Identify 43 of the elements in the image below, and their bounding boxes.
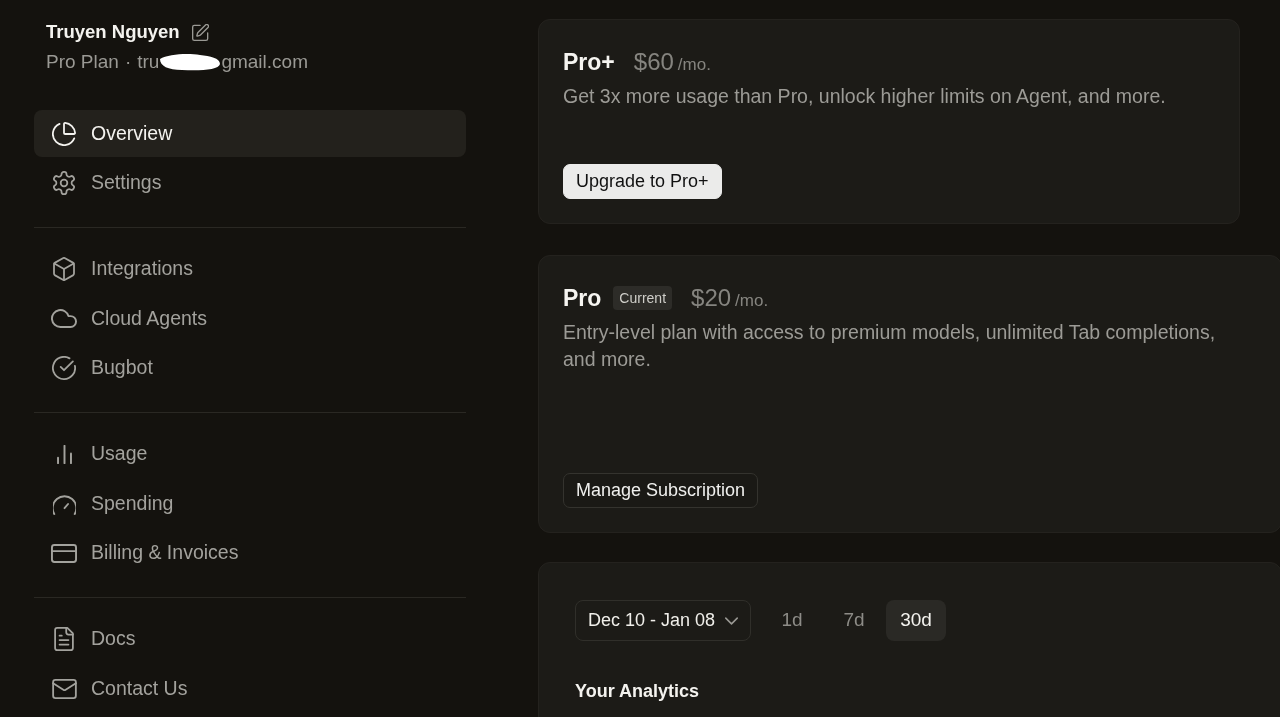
section-title: Your Analytics — [575, 680, 700, 703]
sidebar-item[interactable]: Contact Us — [34, 665, 466, 712]
range-tab[interactable]: 1d — [762, 600, 823, 641]
pie-chart-icon — [52, 121, 76, 146]
email-text: tru — [137, 50, 160, 74]
upgrade-button[interactable]: Upgrade to Pro+ — [563, 164, 722, 199]
plan-name: Pro+ — [563, 48, 615, 77]
sidebar-item[interactable]: Settings — [34, 159, 466, 207]
plan-description: Get 3x more usage than Pro, unlock higher limits on Agent, and more. — [563, 84, 1166, 109]
plan-name: Pro — [563, 284, 602, 313]
sidebar-item[interactable]: Cloud Agents — [34, 295, 466, 342]
gauge-icon — [52, 492, 76, 515]
price-period: /mo. — [677, 53, 711, 76]
sidebar-item[interactable]: Spending — [34, 480, 466, 527]
plan-description: Entry-level plan with access to premium models, unlimited Tab completions, and more. — [563, 320, 1217, 372]
user-name: Truyen Nguyen — [46, 20, 180, 44]
chevron-down-icon — [725, 616, 739, 625]
sidebar-item[interactable]: Overview — [34, 110, 466, 157]
price-amount: $60 — [633, 46, 674, 77]
range-tab[interactable]: 30d — [886, 600, 947, 641]
sidebar-item[interactable]: Billing & Invoices — [34, 529, 466, 577]
credit-card-icon — [51, 543, 77, 563]
separator-text: · — [124, 50, 132, 74]
email-text: gmail.com — [221, 50, 308, 74]
cloud-icon — [51, 309, 77, 328]
sidebar-item[interactable]: Usage — [34, 430, 466, 478]
check-circle-icon — [52, 356, 76, 380]
current-plan-tag: Current — [613, 286, 673, 310]
plan-label: Pro Plan — [46, 50, 119, 74]
date-range-dropdown[interactable]: Dec 10 - Jan 08 — [575, 600, 752, 641]
gear-icon — [53, 171, 75, 195]
document-icon — [54, 627, 74, 651]
range-tab[interactable]: 7d — [824, 600, 885, 641]
manage-subscription-button[interactable]: Manage Subscription — [563, 473, 759, 508]
sidebar-item[interactable]: Bugbot — [34, 344, 466, 392]
sidebar-item[interactable]: Docs — [34, 615, 466, 663]
price-period: /mo. — [735, 289, 769, 312]
bar-chart-icon — [56, 444, 72, 464]
cube-icon — [53, 257, 75, 281]
price-amount: $20 — [691, 282, 732, 313]
edit-icon[interactable] — [191, 23, 209, 41]
envelope-icon — [51, 678, 77, 699]
sidebar-item[interactable]: Integrations — [34, 245, 466, 293]
